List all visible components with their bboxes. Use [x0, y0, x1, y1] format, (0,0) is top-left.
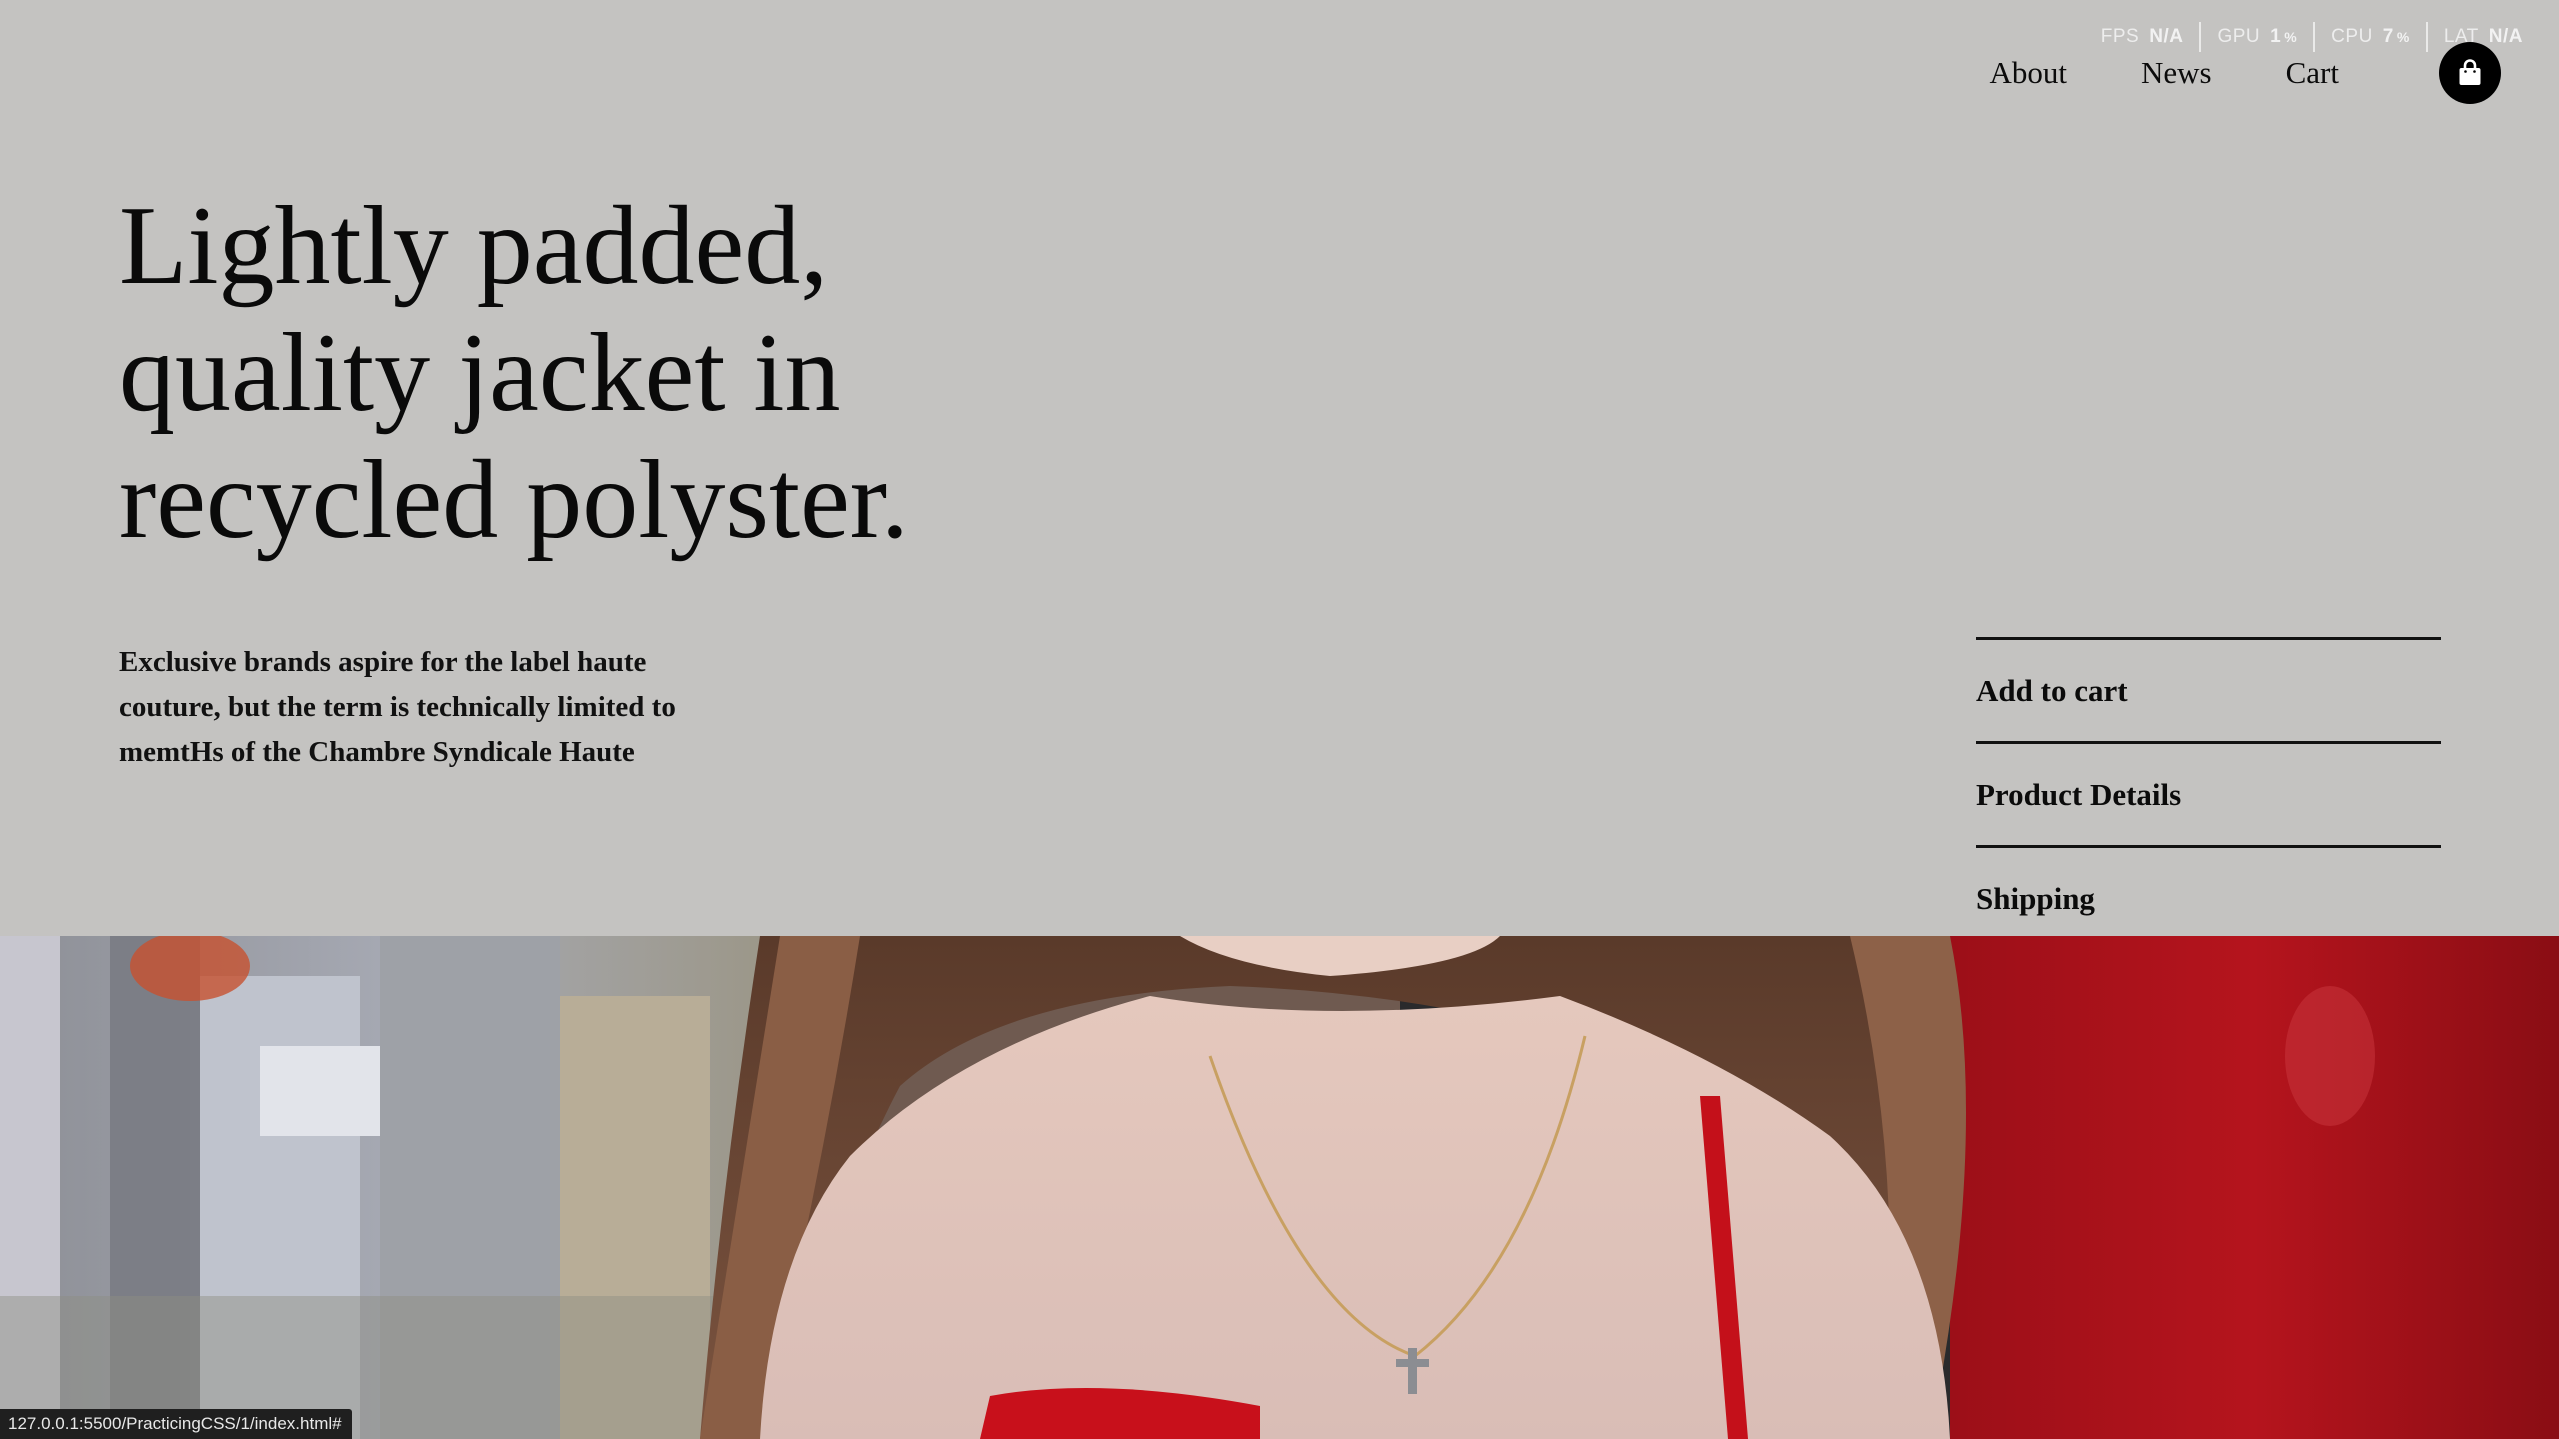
accordion-add-to-cart[interactable]: Add to cart	[1976, 637, 2441, 741]
shopping-bag-icon	[2459, 59, 2481, 85]
product-accordion: Add to cart Product Details Shipping	[1976, 637, 2441, 949]
nav-link-news[interactable]: News	[2141, 55, 2212, 91]
hero-description: Exclusive brands aspire for the label ha…	[119, 646, 676, 768]
accordion-product-details[interactable]: Product Details	[1976, 741, 2441, 845]
headline-line-3: recycled polyster.	[119, 438, 909, 562]
browser-status-url: 127.0.0.1:5500/PracticingCSS/1/index.htm…	[0, 1409, 352, 1439]
hero-headline: Lightly padded, quality jacket in recycl…	[119, 183, 1119, 564]
hero-photo	[0, 936, 2559, 1439]
headline-line-1: Lightly padded,	[119, 184, 829, 308]
headline-line-2: quality jacket in	[119, 311, 841, 435]
nav-link-about[interactable]: About	[1990, 55, 2068, 91]
cart-button[interactable]	[2439, 42, 2501, 104]
model-photo-illustration	[0, 936, 2559, 1439]
main-nav: About News Cart	[1990, 42, 2501, 104]
nav-link-cart[interactable]: Cart	[2286, 55, 2339, 91]
accordion-shipping[interactable]: Shipping	[1976, 845, 2441, 949]
